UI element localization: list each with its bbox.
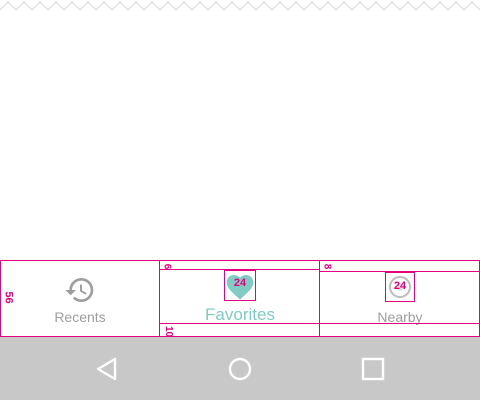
content-area [0, 14, 480, 260]
nav-item-nearby[interactable]: 24 Nearby [320, 260, 480, 337]
home-icon[interactable] [226, 355, 254, 383]
torn-edge-decoration [0, 1, 480, 11]
nav-item-recents[interactable]: Recents [0, 260, 160, 337]
icon-size-label-nearby: 24 [393, 280, 407, 292]
nav-item-favorites[interactable]: 24 Favorites [160, 260, 320, 337]
bottom-navigation: Recents 24 Favorites 24 Nearby [0, 260, 480, 337]
back-icon[interactable] [93, 355, 121, 383]
nav-label-recents: Recents [54, 309, 106, 325]
icon-size-label-favorites: 24 [233, 277, 247, 289]
recents-apps-icon[interactable] [359, 355, 387, 383]
system-navigation-bar [0, 337, 480, 400]
nav-label-nearby: Nearby [377, 309, 423, 325]
history-icon [65, 278, 94, 302]
nav-label-favorites: Favorites [205, 305, 275, 324]
